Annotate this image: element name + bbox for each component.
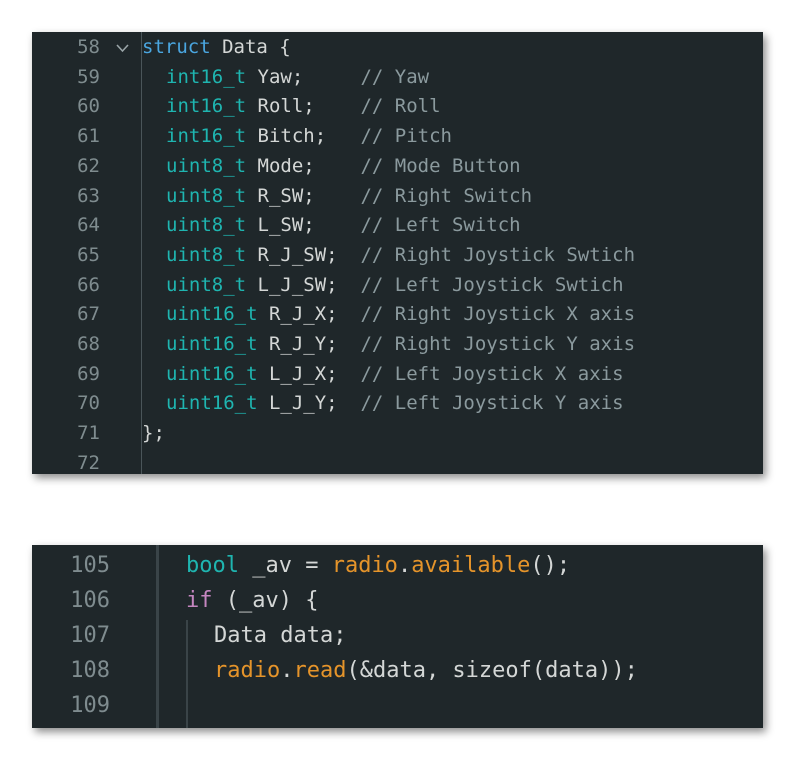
code-token: (); xyxy=(530,553,571,578)
comment: // Yaw xyxy=(360,65,430,88)
code-token: if xyxy=(186,588,213,613)
line-number: 72 xyxy=(77,451,100,474)
code-line: 68 uint16_t R_J_Y; // Right Joystick Y a… xyxy=(32,329,763,359)
type-name: uint8_t xyxy=(166,273,247,296)
code-text: Data data; xyxy=(214,623,346,648)
comment: // Right Switch xyxy=(360,184,533,207)
line-number: 105 xyxy=(70,553,110,578)
type-name: uint8_t xyxy=(166,243,247,266)
code-line-106: 106 if (_av) { xyxy=(32,584,763,619)
line-number: 108 xyxy=(70,658,110,683)
code-token: Data data; xyxy=(214,623,347,648)
code-line-58: 58 struct Data { xyxy=(32,32,763,62)
field-name: Roll; xyxy=(246,95,361,118)
comment: // Pitch xyxy=(360,125,452,148)
line-number: 107 xyxy=(70,623,110,648)
code-line: 61 int16_t Bitch; // Pitch xyxy=(32,121,763,151)
line-number: 106 xyxy=(70,588,110,613)
code-line: 67 uint16_t R_J_X; // Right Joystick X a… xyxy=(32,299,763,329)
code-line: 70 uint16_t L_J_Y; // Left Joystick Y ax… xyxy=(32,388,763,418)
comment: // Right Joystick Y axis xyxy=(360,333,636,355)
field-name: R_SW; xyxy=(246,184,361,207)
code-token: radio xyxy=(214,658,281,683)
line-number: 69 xyxy=(77,362,100,385)
keyword: struct xyxy=(142,36,211,58)
type-name: uint16_t xyxy=(166,362,258,385)
type-name: int16_t xyxy=(166,65,247,88)
code-line: 60 int16_t Roll; // Roll xyxy=(32,91,763,121)
type-name: uint8_t xyxy=(166,184,247,207)
line-number: 60 xyxy=(77,95,100,118)
comment: // Roll xyxy=(360,95,441,118)
struct-code-panel: 58 struct Data { 59 int16_t Yaw; // Yaw … xyxy=(32,32,763,474)
chevron-down-icon[interactable] xyxy=(116,42,129,55)
code-token: available xyxy=(411,553,531,578)
field-name: L_SW; xyxy=(246,214,361,237)
type-name: uint16_t xyxy=(166,333,258,355)
code-text: bool _av = radio.available(); xyxy=(186,553,570,578)
comment: // Left Switch xyxy=(360,214,521,237)
type-name: uint16_t xyxy=(166,392,258,415)
code-line: 72 xyxy=(32,448,763,478)
line-number: 58 xyxy=(77,36,100,58)
field-name: L_J_Y; xyxy=(257,392,361,415)
code-line: 63 uint8_t R_SW; // Right Switch xyxy=(32,181,763,211)
code-line-109: 109 xyxy=(32,689,763,724)
line-number: 61 xyxy=(77,125,100,148)
type-name: uint8_t xyxy=(166,154,247,177)
line-number: 66 xyxy=(77,273,100,296)
field-name: R_J_SW; xyxy=(246,243,361,266)
code-token: (_av) { xyxy=(212,588,319,613)
comment: // Right Joystick X axis xyxy=(360,303,636,326)
comment: // Right Joystick Swtich xyxy=(360,243,636,266)
code-line: 64 uint8_t L_SW; // Left Switch xyxy=(32,210,763,240)
code-text: if (_av) { xyxy=(186,588,318,613)
code-token: _av = xyxy=(238,553,332,578)
line-number: 63 xyxy=(77,184,100,207)
field-name: Bitch; xyxy=(246,125,361,148)
type-name: int16_t xyxy=(166,95,247,118)
line-number: 71 xyxy=(77,422,100,445)
comment: // Left Joystick X axis xyxy=(360,362,624,385)
code-token: radio xyxy=(331,553,398,578)
comment: // Left Joystick Swtich xyxy=(360,273,624,296)
type-name: uint16_t xyxy=(166,303,258,326)
code-line: 69 uint16_t L_J_X; // Left Joystick X ax… xyxy=(32,359,763,389)
read-code-panel: 105 bool _av = radio.available(); 106 if… xyxy=(32,545,763,728)
line-number: 109 xyxy=(70,693,110,718)
code-text: radio.read(&data, sizeof(data)); xyxy=(214,658,638,683)
code-text: }; xyxy=(142,422,165,445)
comment: // Mode Button xyxy=(360,154,521,177)
comment: // Left Joystick Y axis xyxy=(360,392,624,415)
type-name: int16_t xyxy=(166,125,247,148)
code-line: 66 uint8_t L_J_SW; // Left Joystick Swti… xyxy=(32,270,763,300)
field-name: Mode; xyxy=(246,154,361,177)
code-token: read xyxy=(293,658,347,683)
line-number: 65 xyxy=(77,243,100,266)
field-name: L_J_SW; xyxy=(246,273,361,296)
code-line: 71 }; xyxy=(32,418,763,448)
code-token: bool xyxy=(186,553,239,578)
line-number: 67 xyxy=(77,303,100,326)
field-name: L_J_X; xyxy=(257,362,361,385)
code-line: 62 uint8_t Mode; // Mode Button xyxy=(32,151,763,181)
field-name: R_J_Y; xyxy=(257,333,361,355)
code-token: . xyxy=(280,658,294,683)
code-line-107: 107 Data data; xyxy=(32,619,763,654)
line-number: 70 xyxy=(77,392,100,415)
line-number: 64 xyxy=(77,214,100,237)
type-name: uint8_t xyxy=(166,214,247,237)
code-token: (&data, sizeof(data)); xyxy=(346,658,638,683)
line-number: 62 xyxy=(77,154,100,177)
line-number: 59 xyxy=(77,65,100,88)
field-name: Yaw; xyxy=(246,65,361,88)
code-text: Data { xyxy=(210,36,291,58)
code-line-108: 108 radio.read(&data, sizeof(data)); xyxy=(32,654,763,689)
code-line: 59 int16_t Yaw; // Yaw xyxy=(32,62,763,92)
code-line-105: 105 bool _av = radio.available(); xyxy=(32,549,763,584)
code-token: . xyxy=(397,553,412,578)
code-line: 65 uint8_t R_J_SW; // Right Joystick Swt… xyxy=(32,240,763,270)
line-number: 68 xyxy=(77,333,100,355)
field-name: R_J_X; xyxy=(257,303,361,326)
